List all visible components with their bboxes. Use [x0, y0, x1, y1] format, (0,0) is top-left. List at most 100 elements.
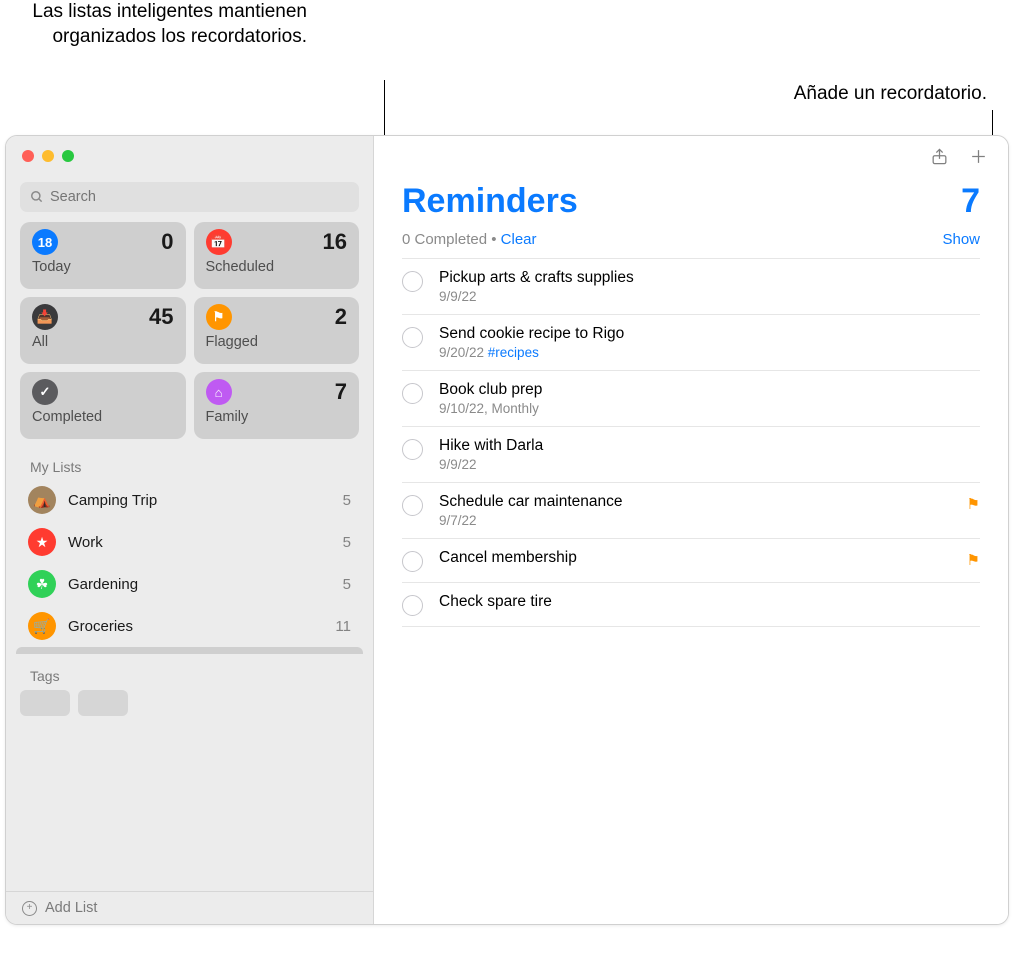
reminder-item[interactable]: Pickup arts & crafts supplies 9/9/22 — [402, 258, 980, 315]
list-label: Groceries — [68, 618, 323, 635]
sidebar-list-work[interactable]: ★ Work 5 — [16, 521, 363, 563]
sidebar-list-reminders[interactable]: ≣Reminders7 — [16, 647, 363, 654]
reminder-subtitle: 9/9/22 — [439, 289, 980, 304]
reminder-item[interactable]: Send cookie recipe to Rigo 9/20/22 #recip… — [402, 315, 980, 371]
plus-circle-icon: + — [22, 901, 37, 916]
tag-chip[interactable] — [78, 690, 128, 716]
list-count: 5 — [343, 534, 351, 551]
reminder-item[interactable]: Schedule car maintenance 9/7/22 ⚑ — [402, 483, 980, 539]
sidebar-list-camping-trip[interactable]: ⛺ Camping Trip 5 — [16, 479, 363, 521]
flag-icon: ⚑ — [206, 304, 232, 330]
smart-list-label: All — [32, 334, 174, 350]
reminder-item[interactable]: Book club prep 9/10/22, Monthly — [402, 371, 980, 427]
add-reminder-button[interactable] — [969, 147, 988, 169]
list-label: Camping Trip — [68, 492, 331, 509]
flag-icon: ⚑ — [967, 551, 980, 569]
smart-list-completed[interactable]: ✓ Completed — [20, 372, 186, 439]
star-icon: ★ — [28, 528, 56, 556]
reminder-checkbox[interactable] — [402, 327, 423, 348]
list-count: 5 — [343, 576, 351, 593]
list-count: 7 — [961, 182, 980, 221]
sidebar: 180Today📅16Scheduled📥45All⚑2Flagged✓Comp… — [6, 136, 374, 924]
reminder-body: Send cookie recipe to Rigo 9/20/22 #recip… — [439, 325, 980, 360]
smart-list-label: Completed — [32, 409, 174, 425]
reminder-subtitle: 9/9/22 — [439, 457, 980, 472]
reminder-title: Check spare tire — [439, 593, 980, 611]
cart-icon: 🛒 — [28, 612, 56, 640]
minimize-window-button[interactable] — [42, 150, 54, 162]
show-completed-button[interactable]: Show — [942, 231, 980, 248]
toolbar — [374, 136, 1008, 180]
reminder-title: Send cookie recipe to Rigo — [439, 325, 980, 343]
list-count: 5 — [343, 492, 351, 509]
completed-count-text: 0 Completed — [402, 231, 487, 248]
sidebar-list-gardening[interactable]: ☘ Gardening 5 — [16, 563, 363, 605]
reminder-checkbox[interactable] — [402, 271, 423, 292]
reminder-subtitle: 9/10/22, Monthly — [439, 401, 980, 416]
reminder-checkbox[interactable] — [402, 383, 423, 404]
calendar-today-icon: 18 — [32, 229, 58, 255]
reminder-body: Check spare tire — [439, 593, 980, 611]
reminder-checkbox[interactable] — [402, 439, 423, 460]
reminders-list: Pickup arts & crafts supplies 9/9/22 Send … — [374, 258, 1008, 627]
smart-list-count: 7 — [335, 379, 347, 405]
reminder-item[interactable]: Hike with Darla 9/9/22 — [402, 427, 980, 483]
smart-list-count: 45 — [149, 304, 173, 330]
add-list-button[interactable]: + Add List — [6, 891, 373, 924]
reminder-subtitle: 9/20/22 #recipes — [439, 345, 980, 360]
annotation-smart-lists: Las listas inteligentes mantienen organi… — [27, 0, 307, 49]
smart-lists-grid: 180Today📅16Scheduled📥45All⚑2Flagged✓Comp… — [6, 222, 373, 451]
reminder-item[interactable]: Check spare tire — [402, 583, 980, 627]
section-header-tags: Tags — [6, 654, 373, 688]
reminder-body: Cancel membership — [439, 549, 951, 567]
completed-row: 0 Completed • Clear Show — [374, 227, 1008, 258]
search-wrap — [6, 172, 373, 222]
smart-list-scheduled[interactable]: 📅 16 Scheduled — [194, 222, 360, 289]
reminder-title: Cancel membership — [439, 549, 951, 567]
reminder-checkbox[interactable] — [402, 595, 423, 616]
smart-list-today[interactable]: 180Today — [20, 222, 186, 289]
sidebar-list-groceries[interactable]: 🛒Groceries11 — [16, 605, 363, 647]
reminder-body: Pickup arts & crafts supplies 9/9/22 — [439, 269, 980, 304]
add-list-label: Add List — [45, 900, 97, 916]
reminder-subtitle: 9/7/22 — [439, 513, 951, 528]
smart-list-all[interactable]: 📥45All — [20, 297, 186, 364]
tag-chip[interactable] — [20, 690, 70, 716]
main-pane: Reminders 7 0 Completed • Clear Show Pic… — [374, 136, 1008, 924]
smart-list-flagged[interactable]: ⚑2Flagged — [194, 297, 360, 364]
share-button[interactable] — [930, 147, 949, 169]
flag-icon: ⚑ — [967, 495, 980, 513]
app-window: 180Today📅16Scheduled📥45All⚑2Flagged✓Comp… — [5, 135, 1009, 925]
reminder-checkbox[interactable] — [402, 551, 423, 572]
smart-list-family[interactable]: ⌂7Family — [194, 372, 360, 439]
reminder-checkbox[interactable] — [402, 495, 423, 516]
annotation-add-reminder: Añade un recordatorio. — [687, 82, 987, 107]
my-lists: ⛺ Camping Trip 5 ★ Work 5 ☘ Gardening 5 🛒 Grocerie… — [6, 479, 373, 654]
search-input[interactable] — [20, 182, 359, 212]
smart-list-count: 2 — [335, 304, 347, 330]
check-icon: ✓ — [32, 379, 58, 405]
reminder-item[interactable]: Cancel membership ⚑ — [402, 539, 980, 583]
tags-row — [6, 688, 373, 716]
tent-icon: ⛺ — [28, 486, 56, 514]
reminder-title: Pickup arts & crafts supplies — [439, 269, 980, 287]
list-label: Work — [68, 534, 331, 551]
smart-list-label: Scheduled — [206, 259, 348, 275]
completed-info: 0 Completed • Clear — [402, 231, 537, 248]
zoom-window-button[interactable] — [62, 150, 74, 162]
leaf-icon: ☘ — [28, 570, 56, 598]
window-controls — [6, 136, 373, 172]
reminder-title: Book club prep — [439, 381, 980, 399]
reminder-body: Hike with Darla 9/9/22 — [439, 437, 980, 472]
reminder-title: Schedule car maintenance — [439, 493, 951, 511]
close-window-button[interactable] — [22, 150, 34, 162]
reminder-title: Hike with Darla — [439, 437, 980, 455]
section-header-my-lists: My Lists — [6, 451, 373, 479]
smart-list-count: 16 — [323, 229, 347, 255]
calendar-icon: 📅 — [206, 229, 232, 255]
list-label: Gardening — [68, 576, 331, 593]
clear-button[interactable]: Clear — [501, 231, 537, 248]
reminder-tag[interactable]: #recipes — [488, 345, 539, 360]
reminder-body: Schedule car maintenance 9/7/22 — [439, 493, 951, 528]
search-icon — [30, 190, 44, 207]
